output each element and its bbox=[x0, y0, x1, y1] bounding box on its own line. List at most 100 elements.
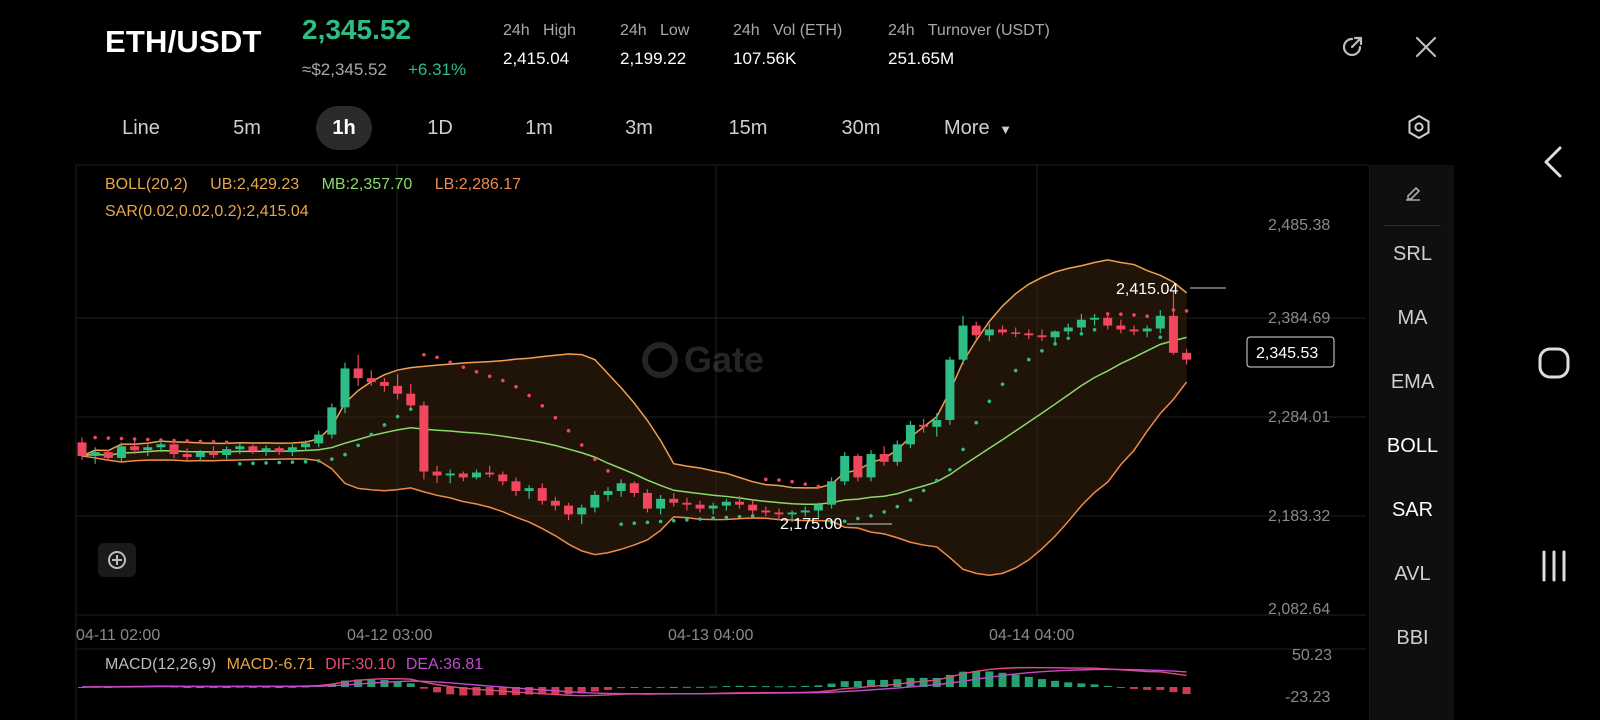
sar-dot bbox=[501, 378, 505, 383]
candle-body bbox=[1168, 315, 1178, 353]
sar-dot bbox=[211, 440, 216, 444]
timeframe-1m[interactable]: 1m bbox=[511, 106, 567, 150]
sar-dot bbox=[185, 439, 189, 443]
candle-body bbox=[524, 488, 534, 492]
gate-watermark: Gate bbox=[642, 339, 764, 380]
candle-body bbox=[77, 442, 87, 456]
share-icon[interactable] bbox=[1338, 33, 1366, 61]
candle-body bbox=[866, 454, 876, 478]
candle-body bbox=[406, 393, 416, 406]
sar-dot bbox=[961, 447, 965, 452]
macd-bar bbox=[433, 687, 442, 693]
macd-bar bbox=[446, 687, 455, 695]
boll-band-fill bbox=[82, 259, 1187, 576]
macd-dif: DIF:30.10 bbox=[325, 656, 396, 673]
indicator-ma[interactable]: MA bbox=[1370, 307, 1455, 330]
candle bbox=[853, 454, 863, 482]
macd-bar bbox=[814, 685, 823, 687]
back-icon[interactable] bbox=[1540, 144, 1568, 185]
candle-body bbox=[222, 449, 232, 456]
macd-bar bbox=[485, 687, 494, 696]
candle-body bbox=[366, 378, 376, 383]
timeframe-30m[interactable]: 30m bbox=[829, 106, 893, 150]
sar-dot bbox=[645, 520, 650, 525]
macd-bar bbox=[1064, 682, 1073, 687]
macd-bar bbox=[801, 685, 810, 687]
indicator-ema[interactable]: EMA bbox=[1370, 371, 1455, 394]
candle-body bbox=[327, 407, 337, 435]
candle-body bbox=[629, 483, 639, 493]
home-icon[interactable] bbox=[1537, 346, 1571, 385]
macd-bar bbox=[617, 687, 626, 689]
recents-icon[interactable] bbox=[1539, 550, 1569, 587]
candle-body bbox=[774, 512, 784, 515]
indicator-sar[interactable]: SAR bbox=[1370, 499, 1455, 522]
pencil-icon[interactable] bbox=[1403, 183, 1423, 208]
sar-dot bbox=[540, 404, 545, 408]
macd-bar bbox=[1024, 676, 1033, 687]
candle-body bbox=[1024, 333, 1034, 336]
reset-view-icon[interactable] bbox=[98, 543, 136, 577]
sar-dot bbox=[856, 516, 860, 521]
x-tick-label: 04-12 03:00 bbox=[347, 627, 433, 644]
candle-body bbox=[761, 510, 771, 513]
boll-mb: MB:2,357.70 bbox=[321, 176, 413, 193]
macd-dea: DEA:36.81 bbox=[405, 656, 484, 673]
macd-bar bbox=[1143, 687, 1152, 690]
sar-legend: SAR(0.02,0.02,0.2):2,415.04 bbox=[105, 203, 309, 220]
timeframe-1h[interactable]: 1h bbox=[316, 106, 372, 150]
stat-label: 24h Vol (ETH) bbox=[733, 22, 843, 39]
stat-24h-low: 24h Low 2,199.22 bbox=[620, 22, 689, 69]
macd-bar bbox=[1156, 687, 1165, 690]
trading-pair-title: ETH/USDT bbox=[105, 24, 262, 59]
candle bbox=[353, 354, 363, 386]
macd-bar bbox=[380, 680, 389, 687]
timeframe-15m[interactable]: 15m bbox=[716, 106, 780, 150]
sar-dot bbox=[527, 393, 531, 398]
candlestick-chart[interactable]: Gate 2,485.38 2,384.69 2,284.01 2,183.32… bbox=[0, 160, 1369, 720]
candle-body bbox=[458, 473, 468, 478]
candle-body bbox=[287, 447, 297, 453]
indicator-avl[interactable]: AVL bbox=[1370, 563, 1455, 586]
y-tick-label: 2,183.32 bbox=[1268, 508, 1330, 525]
candle-body bbox=[945, 359, 955, 420]
macd-value: MACD:-6.71 bbox=[226, 656, 315, 673]
hexagon-settings-icon[interactable] bbox=[1405, 113, 1433, 141]
timeframe-more[interactable]: More ▼ bbox=[944, 106, 1030, 150]
timeframe-line[interactable]: Line bbox=[108, 106, 174, 150]
candle-body bbox=[1129, 329, 1139, 332]
sar-dot bbox=[356, 443, 360, 448]
sar-dot bbox=[934, 478, 939, 483]
price-change-percent: +6.31% bbox=[408, 60, 467, 79]
timeframe-5m[interactable]: 5m bbox=[219, 106, 275, 150]
sar-dot bbox=[316, 459, 321, 463]
indicator-bbi[interactable]: BBI bbox=[1370, 627, 1455, 650]
timeframe-3m[interactable]: 3m bbox=[611, 106, 667, 150]
boll-lb: LB:2,286.17 bbox=[434, 176, 522, 193]
candle-body bbox=[550, 500, 560, 506]
candle-body bbox=[1037, 335, 1047, 338]
x-tick-label: 04-11 02:00 bbox=[76, 627, 160, 644]
candle-body bbox=[603, 491, 613, 495]
indicator-boll[interactable]: BOLL bbox=[1370, 435, 1455, 458]
sar-dot bbox=[698, 517, 702, 521]
candle-body bbox=[564, 505, 574, 515]
indicator-srl[interactable]: SRL bbox=[1370, 243, 1455, 266]
close-icon[interactable] bbox=[1412, 33, 1440, 61]
sar-dot bbox=[803, 482, 808, 486]
candle-body bbox=[1103, 317, 1113, 326]
macd-bar bbox=[748, 685, 757, 687]
candle-body bbox=[195, 452, 205, 457]
candle-body bbox=[721, 501, 731, 506]
sar-dot bbox=[172, 438, 176, 443]
sar-dot bbox=[290, 460, 295, 464]
timeframe-1d[interactable]: 1D bbox=[412, 106, 468, 150]
y-tick-label: 2,082.64 bbox=[1268, 601, 1330, 618]
macd-bar bbox=[682, 686, 691, 688]
sar-dot bbox=[842, 519, 847, 524]
sar-dot bbox=[198, 439, 203, 444]
macd-bar bbox=[630, 687, 639, 688]
candle-body bbox=[156, 444, 166, 448]
macd-bar bbox=[722, 686, 731, 688]
sar-dot bbox=[238, 461, 242, 466]
